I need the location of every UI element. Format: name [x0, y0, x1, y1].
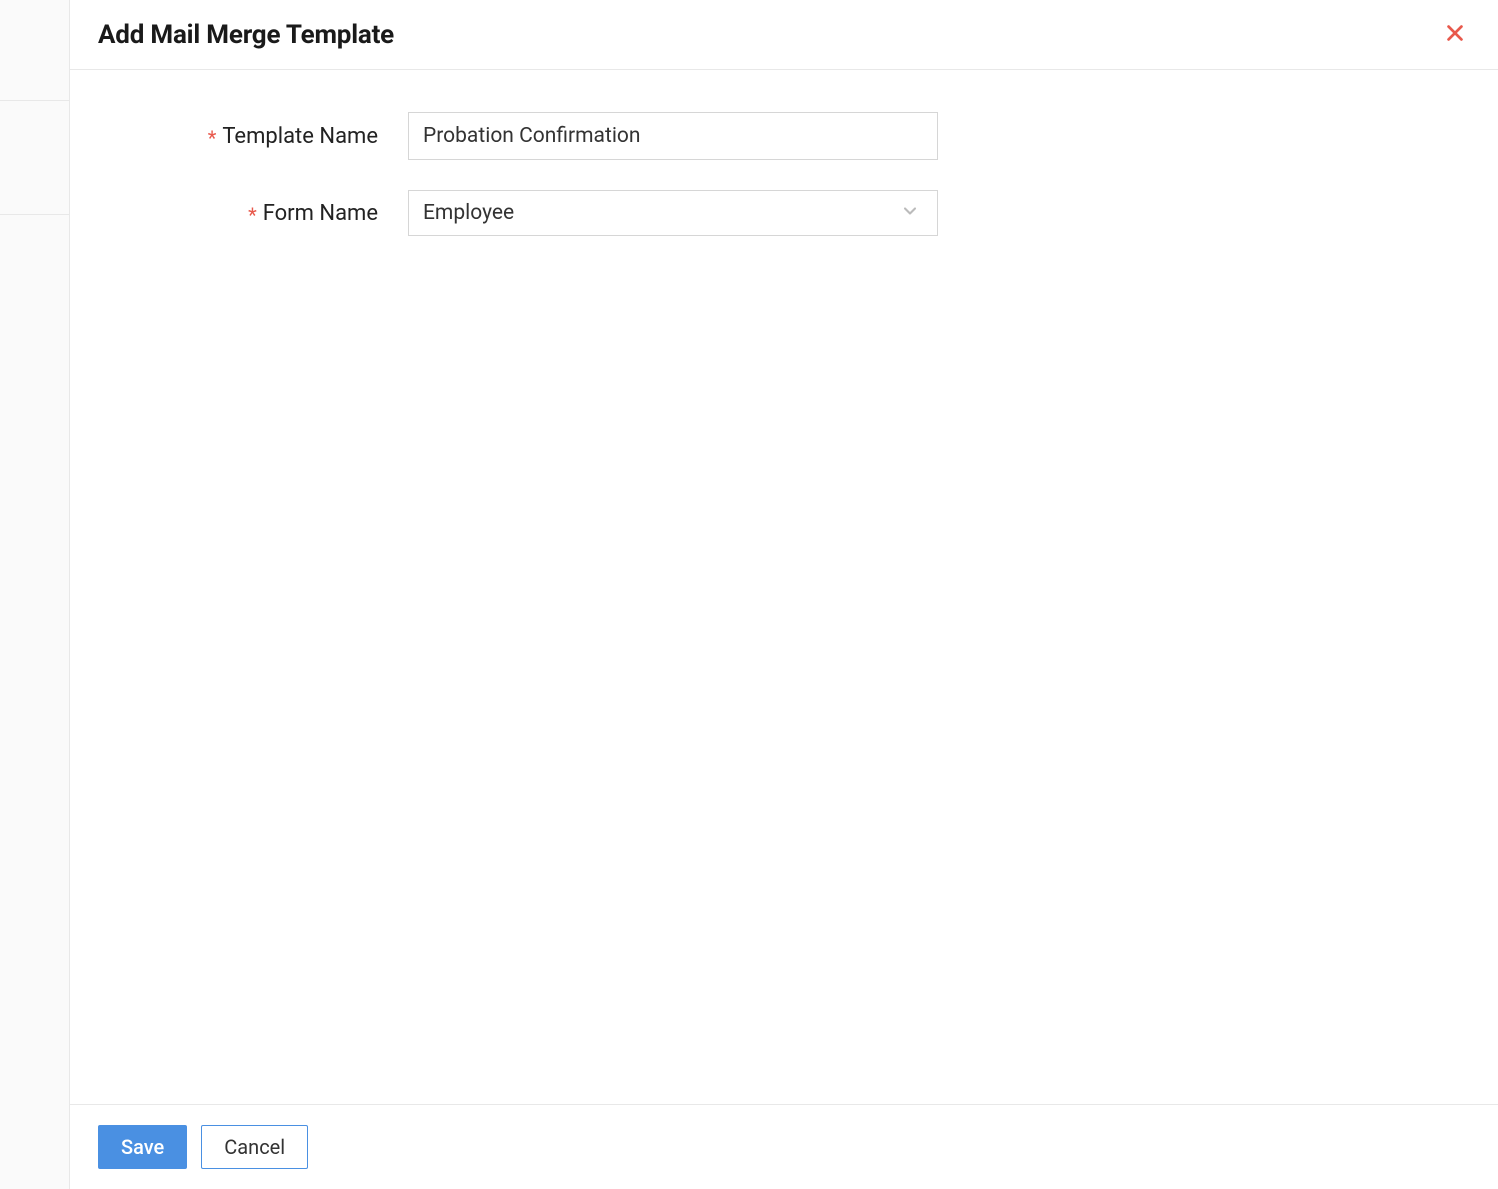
required-asterisk-icon: * [248, 205, 257, 225]
sidebar-divider [0, 100, 70, 101]
add-mail-merge-modal: Add Mail Merge Template * Template Name … [70, 0, 1498, 1189]
select-wrap: Employee [408, 190, 938, 236]
template-name-label: Template Name [222, 124, 378, 149]
required-asterisk-icon: * [208, 128, 217, 148]
sidebar-divider [0, 214, 70, 215]
template-name-input[interactable] [408, 112, 938, 160]
form-name-label: Form Name [263, 201, 378, 226]
form-row-template-name: * Template Name [98, 112, 1470, 160]
modal-header: Add Mail Merge Template [70, 0, 1498, 70]
form-name-select[interactable]: Employee [408, 190, 938, 236]
sidebar-strip [0, 0, 70, 1189]
modal-title: Add Mail Merge Template [98, 20, 394, 50]
form-row-form-name: * Form Name Employee [98, 190, 1470, 236]
modal-body: * Template Name * Form Name Employee [70, 70, 1498, 1104]
close-button[interactable] [1440, 18, 1470, 51]
form-label-wrap: * Template Name [98, 124, 408, 149]
close-icon [1444, 22, 1466, 47]
form-label-wrap: * Form Name [98, 201, 408, 226]
cancel-button[interactable]: Cancel [201, 1125, 308, 1169]
modal-footer: Save Cancel [70, 1104, 1498, 1189]
save-button[interactable]: Save [98, 1125, 187, 1169]
